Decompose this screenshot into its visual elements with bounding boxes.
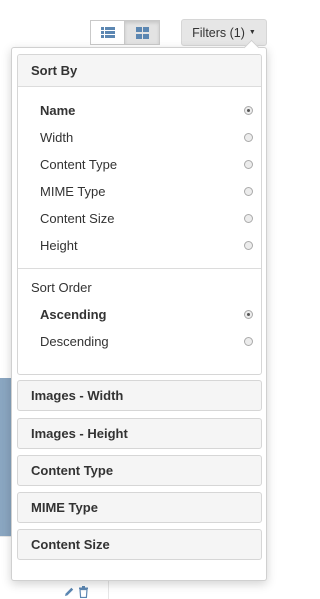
filter-group-images-height[interactable]: Images - Height	[17, 418, 262, 449]
radio-button[interactable]	[244, 241, 253, 250]
sort-order-ascending[interactable]: Ascending	[18, 301, 261, 328]
filters-dropdown: Sort By Name Width Content Type MIME Typ…	[11, 47, 267, 581]
sort-by-options: Name Width Content Type MIME Type Conten…	[18, 87, 261, 259]
filters-label: Filters (1)	[192, 25, 245, 40]
radio-button[interactable]	[244, 106, 253, 115]
grid-view-button[interactable]	[125, 20, 160, 45]
option-label: MIME Type	[40, 184, 106, 199]
filter-group-images-width[interactable]: Images - Width	[17, 380, 262, 411]
option-label: Name	[40, 103, 76, 118]
filter-group-content-type[interactable]: Content Type	[17, 455, 262, 486]
grid-icon	[135, 26, 149, 39]
divider	[108, 578, 109, 599]
sort-option-width[interactable]: Width	[18, 124, 261, 151]
radio-button[interactable]	[244, 160, 253, 169]
sort-panel: Sort By Name Width Content Type MIME Typ…	[17, 54, 262, 375]
sort-option-content-size[interactable]: Content Size	[18, 205, 261, 232]
view-toggle	[90, 20, 160, 45]
radio-button[interactable]	[244, 310, 253, 319]
radio-button[interactable]	[244, 133, 253, 142]
radio-button[interactable]	[244, 337, 253, 346]
sort-option-height[interactable]: Height	[18, 232, 261, 259]
option-label: Ascending	[40, 307, 107, 322]
sort-option-mime-type[interactable]: MIME Type	[18, 178, 261, 205]
sort-order-descending[interactable]: Descending	[18, 328, 261, 355]
list-view-button[interactable]	[90, 20, 125, 45]
item-actions	[63, 586, 89, 599]
sort-order-title: Sort Order	[31, 280, 92, 295]
option-label: Content Size	[40, 211, 115, 226]
trash-icon[interactable]	[78, 586, 89, 599]
caret-down-icon: ▼	[248, 29, 256, 36]
option-label: Height	[40, 238, 78, 253]
filter-group-mime-type[interactable]: MIME Type	[17, 492, 262, 523]
sort-by-header: Sort By	[18, 55, 261, 87]
radio-button[interactable]	[244, 187, 253, 196]
filter-group-content-size[interactable]: Content Size	[17, 529, 262, 560]
option-label: Descending	[40, 334, 109, 349]
radio-button[interactable]	[244, 214, 253, 223]
option-label: Content Type	[40, 157, 118, 172]
sort-order-options: Ascending Descending	[18, 301, 261, 355]
option-label: Width	[40, 130, 74, 145]
sort-option-name[interactable]: Name	[18, 97, 261, 124]
pencil-icon[interactable]	[63, 586, 75, 599]
list-icon	[100, 27, 115, 38]
sort-option-content-type[interactable]: Content Type	[18, 151, 261, 178]
